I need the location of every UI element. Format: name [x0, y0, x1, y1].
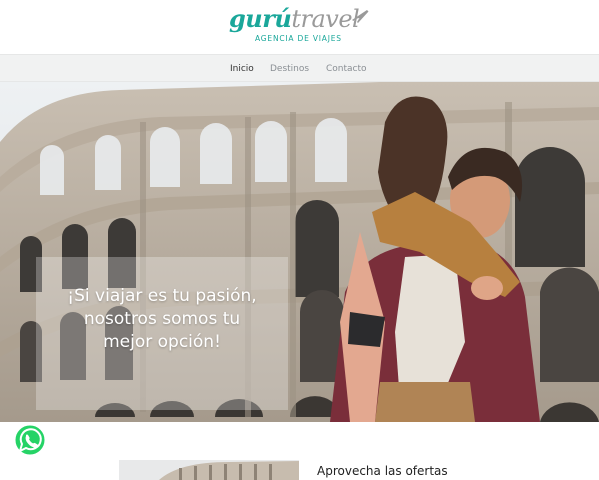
nav-link-contacto[interactable]: Contacto — [326, 62, 367, 76]
whatsapp-icon[interactable] — [13, 423, 47, 457]
hero-caption-box: ¡Si viajar es tu pasión, nosotros somos … — [36, 257, 288, 410]
logo-tagline: AGENCIA DE VIAJES — [255, 34, 342, 43]
main-navigation: Inicio Destinos Contacto — [0, 54, 599, 82]
nav-link-destinos[interactable]: Destinos — [270, 62, 309, 76]
site-header: gurútravel AGENCIA DE VIAJES — [0, 0, 599, 54]
logo-wordmark: gurútravel — [229, 4, 360, 34]
offer-image — [119, 460, 299, 480]
offer-thumbnail[interactable] — [119, 460, 299, 480]
hero-headline: ¡Si viajar es tu pasión, nosotros somos … — [67, 286, 257, 352]
airplane-icon — [352, 10, 369, 23]
offers-heading: Aprovecha las ofertas — [317, 464, 448, 478]
hero-banner: ¡Si viajar es tu pasión, nosotros somos … — [0, 82, 599, 422]
site-logo[interactable]: gurútravel AGENCIA DE VIAJES — [229, 4, 371, 46]
logo-part-guru: gurú — [229, 4, 292, 33]
nav-link-inicio[interactable]: Inicio — [230, 62, 254, 76]
